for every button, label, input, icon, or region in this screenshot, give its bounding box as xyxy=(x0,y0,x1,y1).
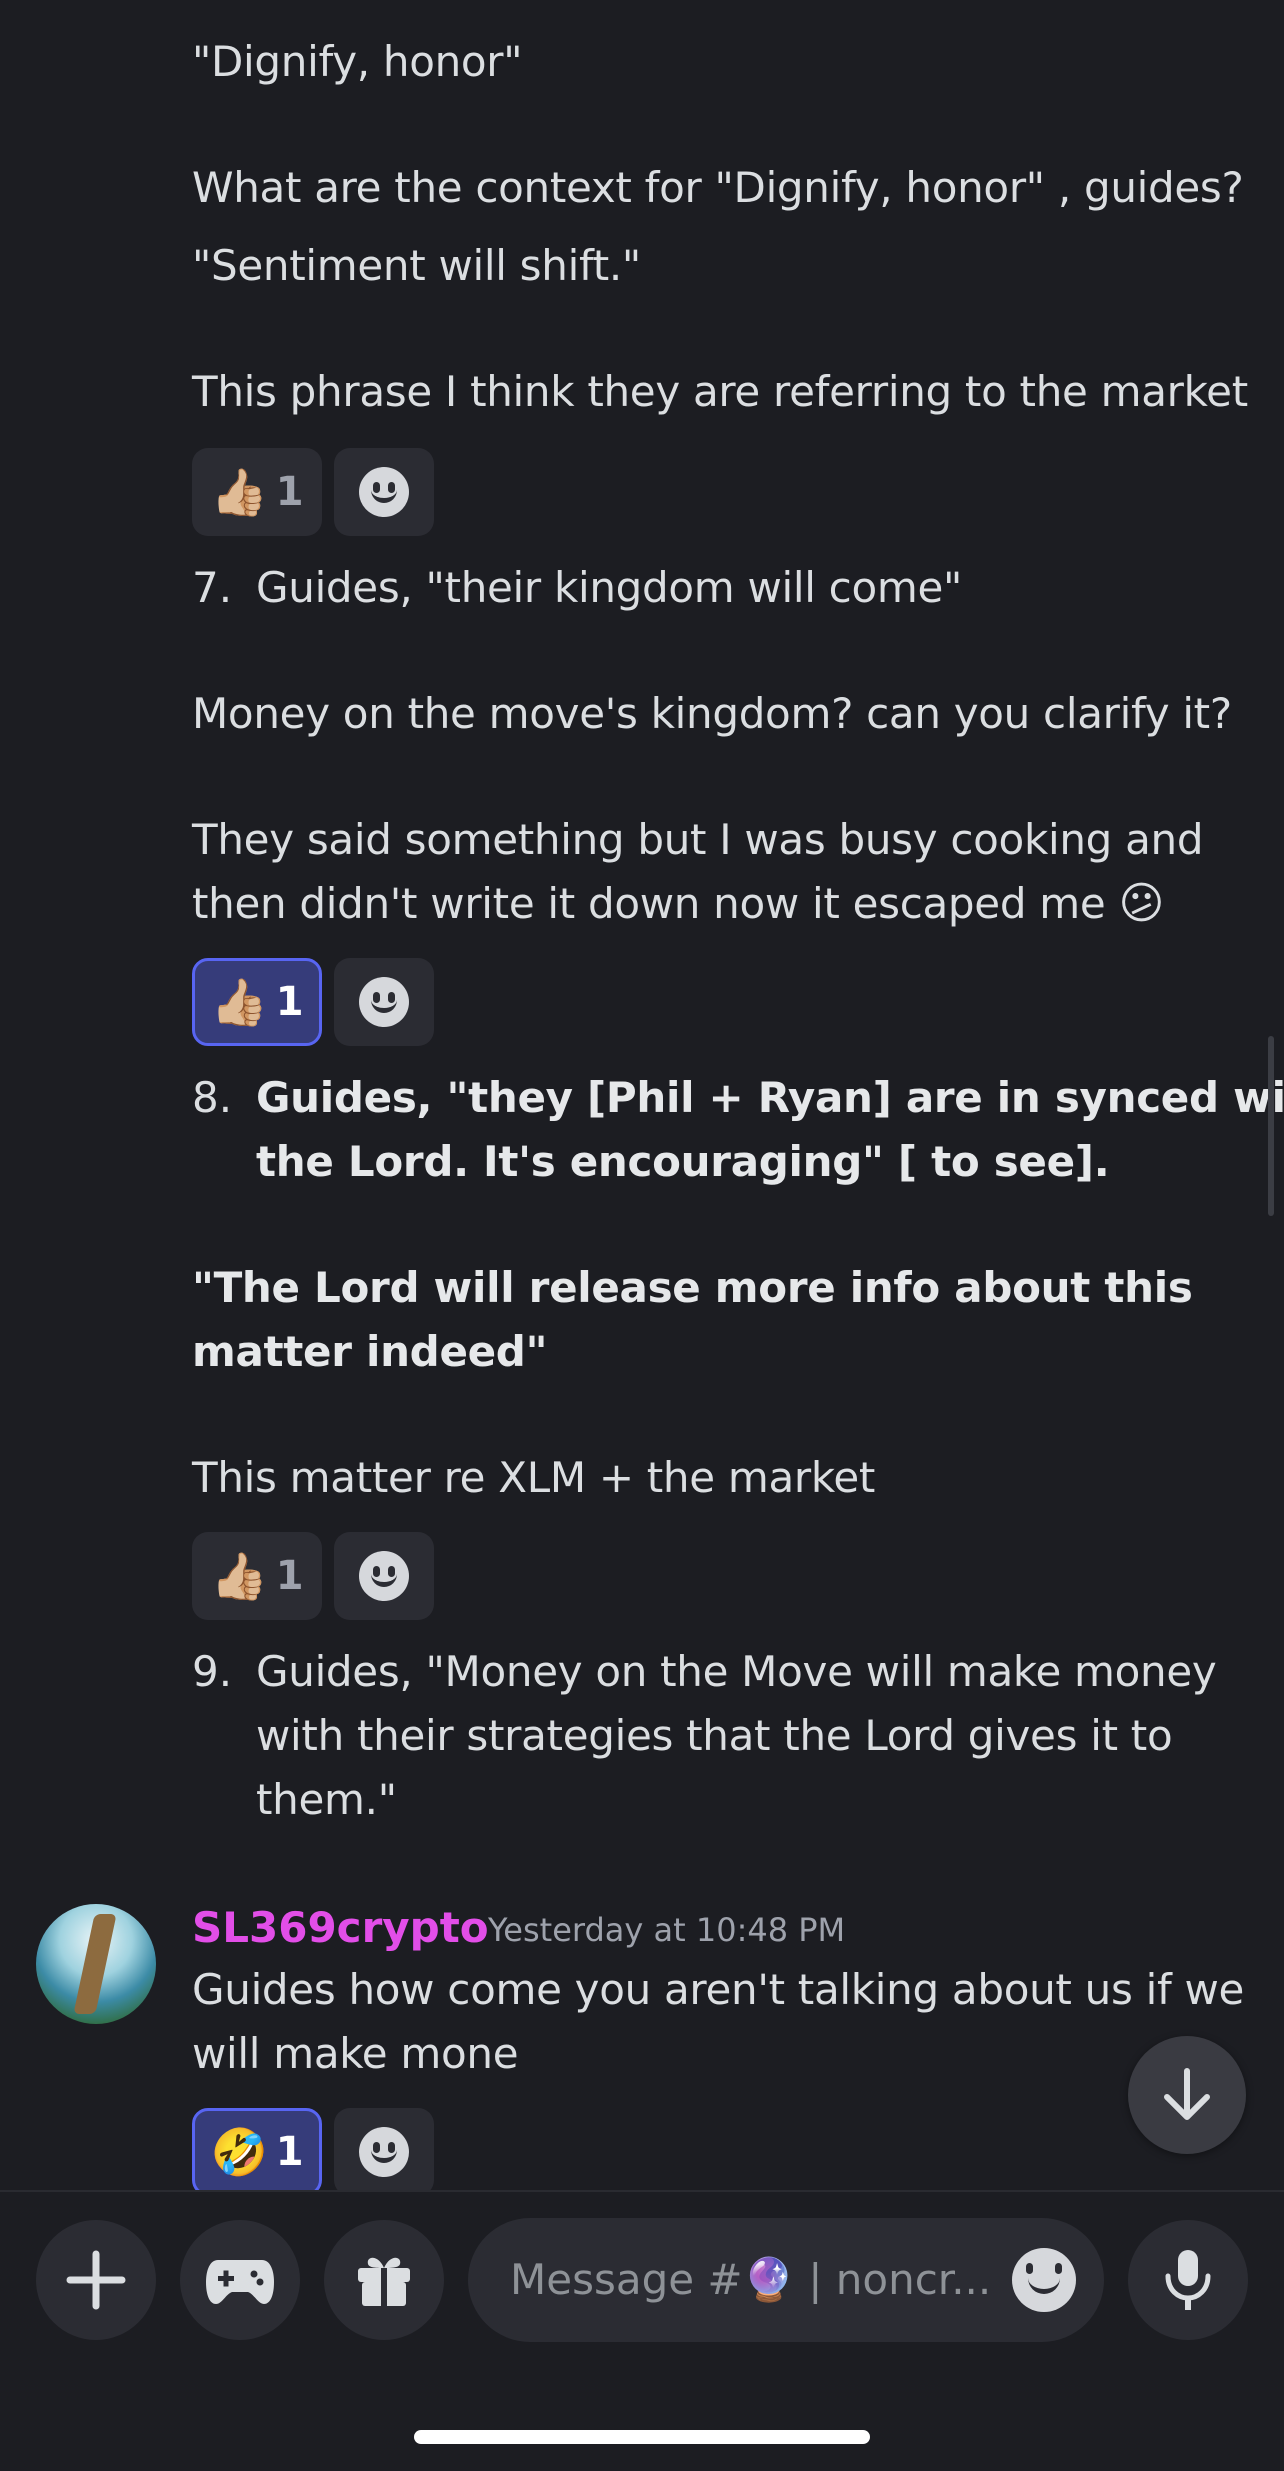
message-placeholder: Message #🔮 | noncr... xyxy=(510,2255,992,2304)
rolling-laughing-icon: 🤣 xyxy=(210,2125,268,2179)
message-text: will make mone xyxy=(192,2029,519,2078)
thumbs-up-reaction[interactable]: 👍🏼 1 xyxy=(192,448,322,536)
message-timestamp: Yesterday at 10:48 PM xyxy=(488,1911,846,1949)
list-item-text: Guides, "Money on the Move will make mon… xyxy=(256,1647,1217,1696)
message-text: then didn't write it down now it escaped… xyxy=(192,879,1106,928)
thumbs-up-reaction[interactable]: 👍🏼 1 xyxy=(192,958,322,1046)
list-number: 8. xyxy=(192,1073,233,1122)
add-reaction-button[interactable] xyxy=(334,2108,434,2196)
message-text: "Sentiment will shift." xyxy=(192,241,641,290)
list-item-text: the Lord. It's encouraging" [ to see]. xyxy=(256,1137,1110,1186)
emoji-icon xyxy=(359,977,409,1027)
thumbs-up-icon: 👍🏼 xyxy=(210,975,268,1029)
home-indicator[interactable] xyxy=(414,2430,870,2444)
thumbs-up-icon: 👍🏼 xyxy=(210,465,268,519)
list-item-text: them." xyxy=(256,1775,397,1824)
username[interactable]: SL369crypto xyxy=(192,1896,489,1960)
emoji-icon xyxy=(359,467,409,517)
message-text: "Dignify, honor" xyxy=(192,37,523,86)
scrollbar[interactable] xyxy=(1268,1036,1274,1216)
list-number: 9. xyxy=(192,1647,233,1696)
message-text: This phrase I think they are referring t… xyxy=(192,367,1248,416)
message-text: then didn't write it down now it escaped… xyxy=(192,872,1164,936)
list-item-text: Guides, "they [Phil + Ryan] are in synce… xyxy=(256,1073,1284,1122)
attach-button[interactable] xyxy=(36,2220,156,2340)
reaction-row: 👍🏼 1 xyxy=(192,448,434,536)
reaction-row: 🤣 1 xyxy=(192,2108,434,2196)
add-reaction-button[interactable] xyxy=(334,958,434,1046)
thumbs-up-icon: 👍🏼 xyxy=(210,1549,268,1603)
message-text: matter indeed" xyxy=(192,1327,548,1376)
reaction-count: 1 xyxy=(275,469,304,515)
gift-button[interactable] xyxy=(324,2220,444,2340)
activities-button[interactable] xyxy=(180,2220,300,2340)
confused-face-icon: 😕 xyxy=(1118,878,1165,929)
list-item-text: with their strategies that the Lord give… xyxy=(256,1711,1173,1760)
list-number: 7. xyxy=(192,563,233,612)
emoji-icon xyxy=(359,1551,409,1601)
gamepad-icon xyxy=(206,2260,274,2304)
message-text: "The Lord will release more info about t… xyxy=(192,1263,1193,1312)
message-text: This matter re XLM + the market xyxy=(192,1453,876,1502)
jump-to-present-button[interactable] xyxy=(1128,2036,1246,2154)
reaction-row: 👍🏼 1 xyxy=(192,958,434,1046)
add-reaction-button[interactable] xyxy=(334,448,434,536)
emoji-picker-button[interactable] xyxy=(1012,2248,1076,2312)
add-reaction-button[interactable] xyxy=(334,1532,434,1620)
message-text: Guides how come you aren't talking about… xyxy=(192,1965,1245,2014)
list-item-text: Guides, "their kingdom will come" xyxy=(256,563,963,612)
message-input[interactable]: Message #🔮 | noncr... xyxy=(468,2218,1104,2342)
gift-icon xyxy=(358,2257,410,2306)
message-text: Money on the move's kingdom? can you cla… xyxy=(192,689,1232,738)
reaction-count: 1 xyxy=(275,1553,304,1599)
message-text: They said something but I was busy cooki… xyxy=(192,815,1204,864)
thumbs-up-reaction[interactable]: 👍🏼 1 xyxy=(192,1532,322,1620)
laughing-reaction[interactable]: 🤣 1 xyxy=(192,2108,322,2196)
reaction-count: 1 xyxy=(275,979,304,1025)
emoji-icon xyxy=(1012,2248,1076,2312)
message-text: What are the context for "Dignify, honor… xyxy=(192,163,1244,212)
reaction-row: 👍🏼 1 xyxy=(192,1532,434,1620)
avatar[interactable] xyxy=(36,1904,156,2024)
arrow-down-icon xyxy=(1164,2068,1210,2120)
microphone-icon xyxy=(1165,2250,1211,2310)
voice-message-button[interactable] xyxy=(1128,2220,1248,2340)
emoji-icon xyxy=(359,2127,409,2177)
reaction-count: 1 xyxy=(275,2129,304,2175)
plus-icon xyxy=(66,2250,126,2310)
